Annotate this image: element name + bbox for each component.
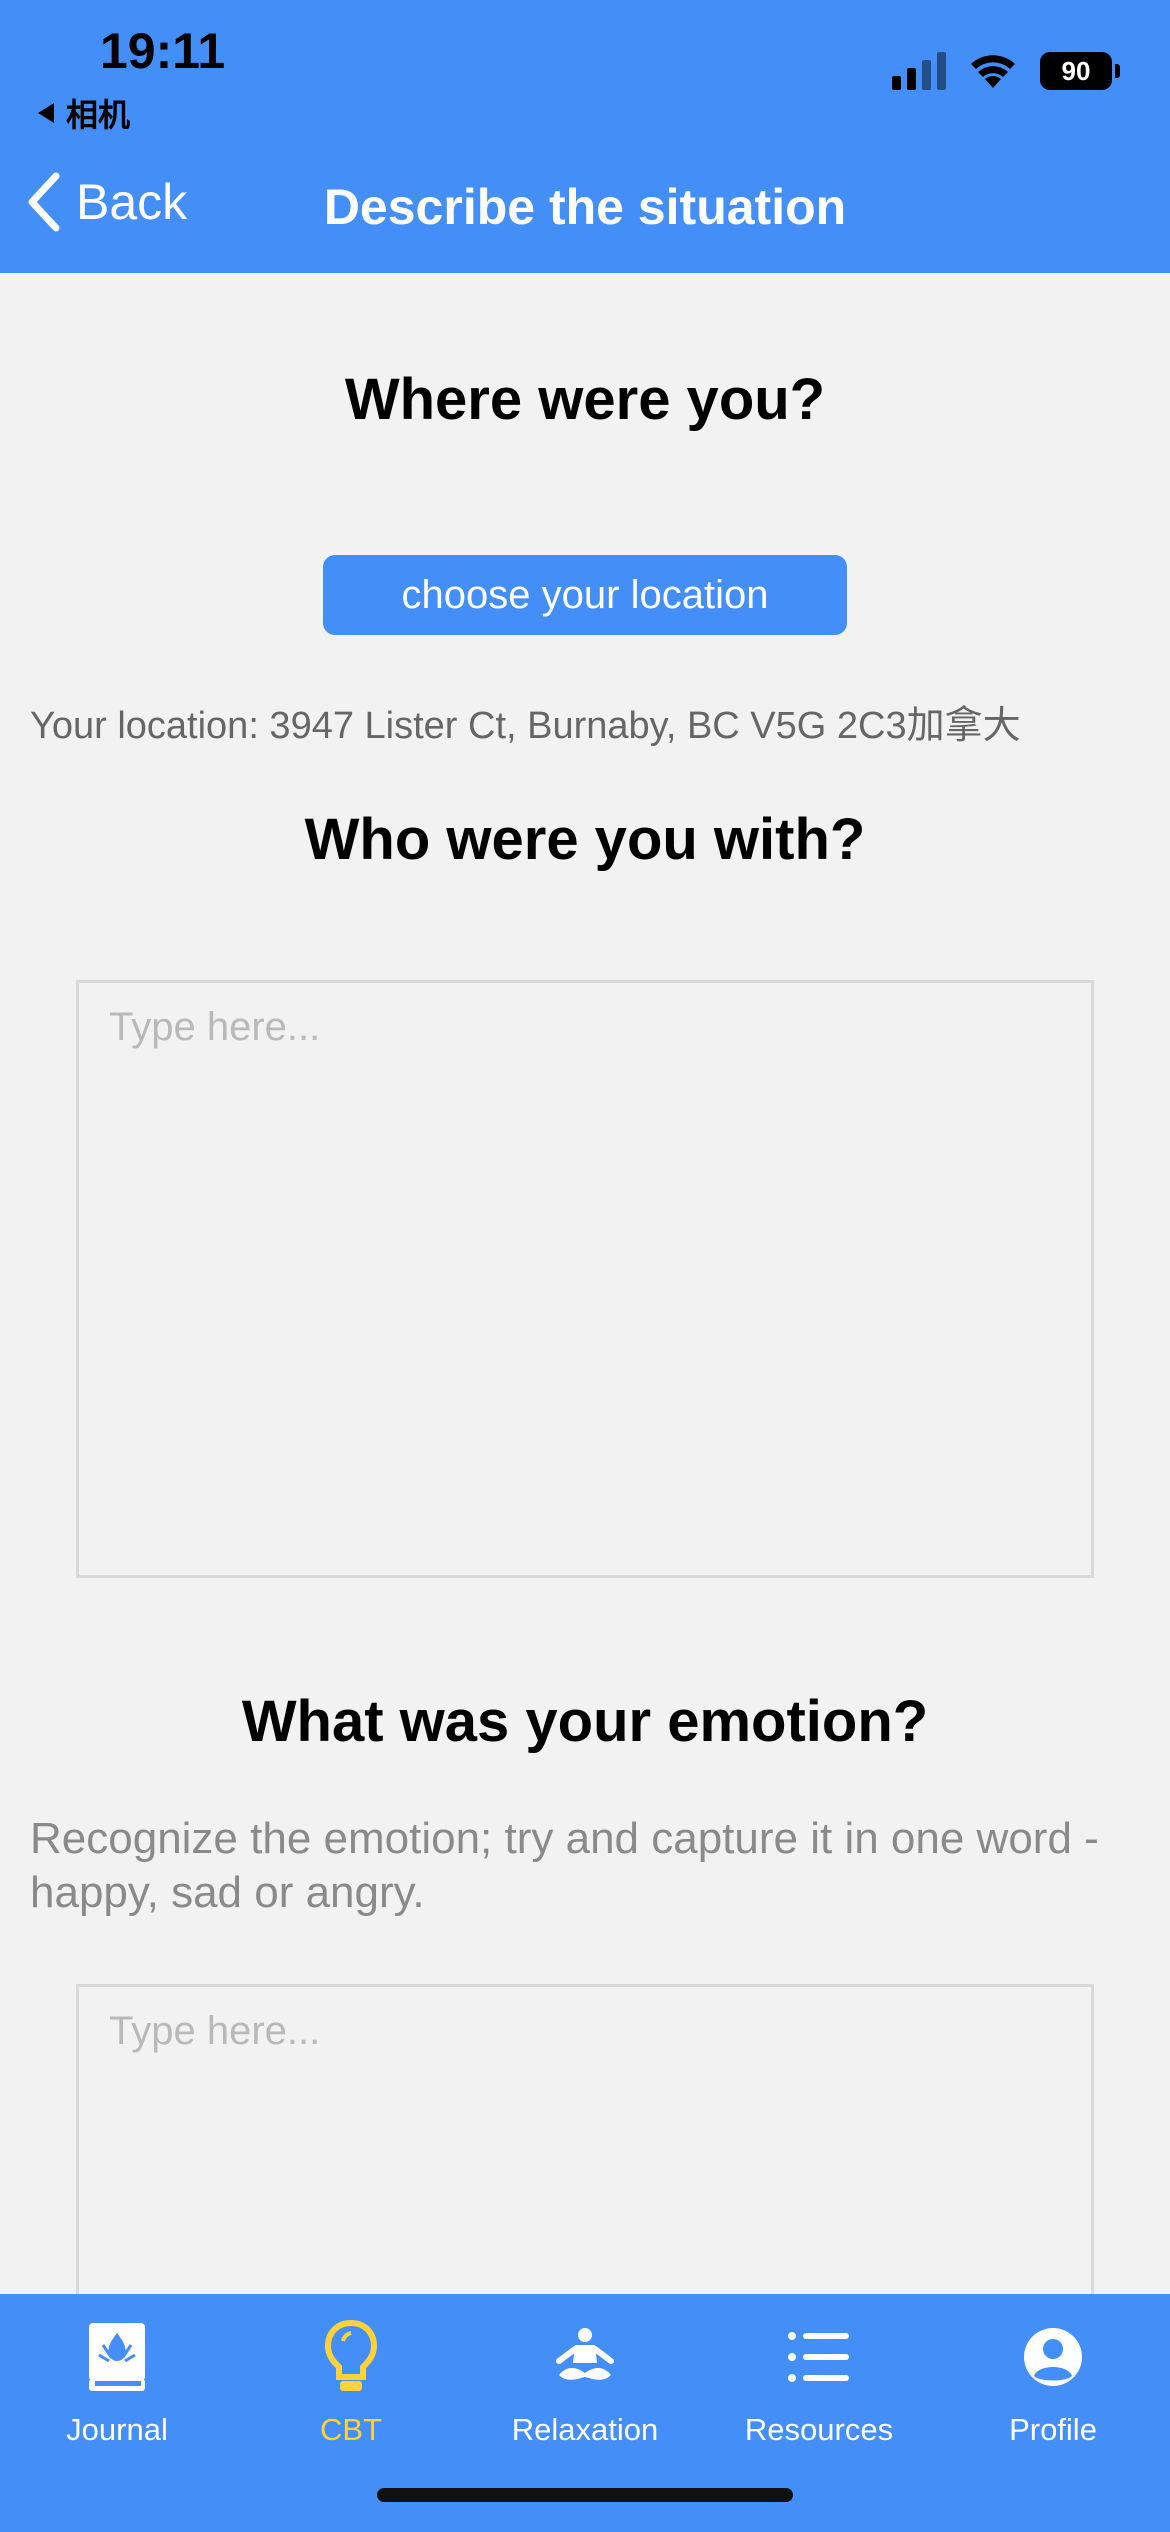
battery-icon: 90	[1040, 52, 1120, 90]
page-title: Describe the situation	[323, 179, 847, 235]
app-screen: 19:11 相机 90 Back Describe the situation …	[0, 0, 1170, 2532]
emotion-hint: Recognize the emotion; try and capture i…	[30, 1814, 1099, 1917]
status-back-app-label: 相机	[66, 97, 131, 133]
tab-journal[interactable]: Journal	[0, 2314, 234, 2464]
status-indicators: 90	[892, 52, 1120, 90]
status-back-to-app[interactable]: 相机	[36, 90, 130, 136]
tab-resources[interactable]: Resources	[702, 2314, 936, 2464]
list-icon	[787, 2314, 851, 2400]
tab-profile[interactable]: Profile	[936, 2314, 1170, 2464]
profile-icon	[1022, 2314, 1084, 2400]
tab-relaxation[interactable]: Relaxation	[468, 2314, 702, 2464]
tab-journal-label: Journal	[66, 2412, 168, 2447]
cellular-signal-icon	[892, 52, 946, 90]
tab-cbt[interactable]: CBT	[234, 2314, 468, 2464]
home-indicator	[377, 2488, 793, 2502]
location-text: Your location: 3947 Lister Ct, Burnaby, …	[30, 705, 1021, 747]
tab-cbt-label: CBT	[320, 2412, 382, 2447]
tab-profile-label: Profile	[1009, 2412, 1097, 2447]
back-triangle-icon	[38, 103, 54, 123]
emotion-heading: What was your emotion?	[241, 1689, 929, 1754]
status-time: 19:11	[100, 23, 226, 79]
tab-bar: Journal CBT Relaxation Resources Profile	[0, 2294, 1170, 2532]
lightbulb-icon	[323, 2314, 379, 2400]
journal-icon	[85, 2314, 149, 2400]
tab-resources-label: Resources	[744, 2412, 894, 2447]
with-heading: Who were you with?	[304, 807, 866, 872]
header: 19:11 相机 90 Back Describe the situation	[0, 0, 1170, 273]
emotion-input[interactable]	[76, 1984, 1094, 2324]
meditation-icon	[553, 2314, 617, 2400]
with-input[interactable]	[76, 980, 1094, 1578]
choose-location-button[interactable]: choose your location	[323, 555, 847, 635]
tab-relaxation-label: Relaxation	[511, 2412, 659, 2447]
where-heading: Where were you?	[344, 367, 826, 432]
wifi-icon	[971, 55, 1015, 88]
